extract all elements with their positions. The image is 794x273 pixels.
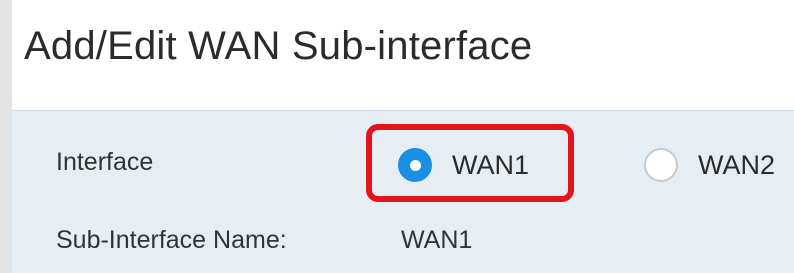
interface-radio-wan1[interactable]: WAN1 <box>398 145 529 185</box>
radio-unselected-icon[interactable] <box>644 148 678 182</box>
interface-label: Interface <box>56 148 154 176</box>
page: Add/Edit WAN Sub-interface Interface WAN… <box>0 0 794 273</box>
sub-interface-name-value: WAN1 <box>401 226 473 254</box>
sub-interface-name-label: Sub-Interface Name: <box>56 226 287 254</box>
radio-selected-icon[interactable] <box>398 148 432 182</box>
page-title: Add/Edit WAN Sub-interface <box>24 24 533 68</box>
interface-option-label-wan1: WAN1 <box>452 149 530 180</box>
interface-radio-wan2[interactable]: WAN2 <box>644 145 775 185</box>
interface-option-label-wan2: WAN2 <box>698 149 776 180</box>
left-edge-divider <box>0 0 12 273</box>
